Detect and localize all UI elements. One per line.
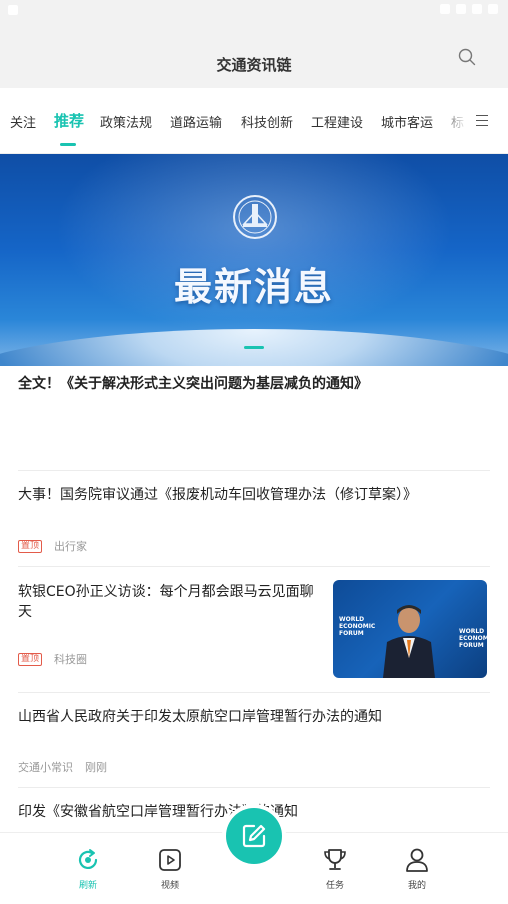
active-tab-indicator [60,143,76,146]
signal-icon [456,4,466,14]
thumbnail-caption-left: WORLD ECONOMIC FORUM [339,616,376,637]
divider [18,787,490,788]
wifi-icon [440,4,450,14]
trophy-icon [324,849,346,870]
status-icons [440,4,498,14]
list-item[interactable]: 山西省人民政府关于印发太原航空口岸管理暂行办法的通知 交通小常识 刚刚 [18,707,490,777]
tab-tech-innovation[interactable]: 科技创新 [241,112,293,131]
list-item[interactable]: 全文！《关于解决形式主义突出问题为基层减负的通知》 [18,374,490,394]
list-item[interactable]: 软银CEO孙正义访谈：每个月都会跟马云见面聊天 置顶 科技圈 [18,582,318,672]
nav-label: 刷新 [78,881,97,891]
app-header: 交通资讯链 [0,22,508,88]
nav-refresh[interactable]: 刷新 [68,847,108,891]
article-source: 科技圈 [54,653,88,666]
tab-recommend[interactable]: 推荐 [54,110,84,131]
tab-policy[interactable]: 政策法规 [100,112,152,131]
nav-label: 任务 [325,881,344,891]
video-icon [159,849,181,871]
nav-profile[interactable]: 我的 [397,847,437,891]
article-title: 软银CEO孙正义访谈：每个月都会跟马云见面聊天 [18,584,314,620]
divider [18,692,490,693]
app-title: 交通资讯链 [216,56,292,74]
category-tabs: 关注 推荐 政策法规 道路运输 科技创新 工程建设 城市客运 标 [0,88,508,154]
article-meta: 交通小常识 刚刚 [18,759,107,775]
article-source: 交通小常识 [18,761,73,774]
article-title: 山西省人民政府关于印发太原航空口岸管理暂行办法的通知 [18,709,382,725]
notification-icon [8,5,18,15]
emblem-icon [233,195,277,239]
battery-icon [472,4,482,14]
article-time: 刚刚 [85,761,107,774]
pinned-tag: 置顶 [18,652,43,666]
clock-icon [488,4,498,14]
user-icon [406,848,428,872]
article-meta: 置顶 出行家 [18,538,87,554]
edit-icon [242,824,266,848]
nav-label: 视频 [160,881,179,891]
article-thumbnail[interactable]: WORLD ECONOMIC FORUM WORLD ECONOMIC FORU… [333,580,487,678]
person-image [383,605,435,678]
list-item[interactable]: 大事！国务院审议通过《报废机动车回收管理办法（修订草案）》 置顶 出行家 [18,485,490,555]
divider [18,470,490,471]
article-meta: 置顶 科技圈 [18,651,87,667]
tab-engineering[interactable]: 工程建设 [311,112,363,131]
thumbnail-caption-right: WORLD ECONOMIC FORUM [459,628,487,649]
article-source: 出行家 [54,540,88,553]
carousel-indicator [244,346,264,349]
nav-label: 我的 [407,881,426,891]
tab-road-transport[interactable]: 道路运输 [170,112,222,131]
compose-button[interactable] [226,808,282,864]
tab-follow[interactable]: 关注 [10,112,36,131]
status-bar [0,0,508,22]
refresh-icon [78,849,98,869]
banner-carousel[interactable]: 最新消息 [0,154,508,366]
divider [18,566,490,567]
menu-icon[interactable] [476,115,488,126]
article-title: 全文！《关于解决形式主义突出问题为基层减负的通知》 [18,376,368,392]
pinned-tag: 置顶 [18,539,43,553]
nav-tasks[interactable]: 任务 [315,847,355,891]
tab-city-transit[interactable]: 城市客运 [381,112,433,131]
article-title: 大事！国务院审议通过《报废机动车回收管理办法（修订草案）》 [18,487,417,503]
nav-video[interactable]: 视频 [150,847,190,891]
search-icon[interactable] [458,48,476,66]
tabs-fade [438,88,468,153]
banner-title: 最新消息 [173,265,334,309]
